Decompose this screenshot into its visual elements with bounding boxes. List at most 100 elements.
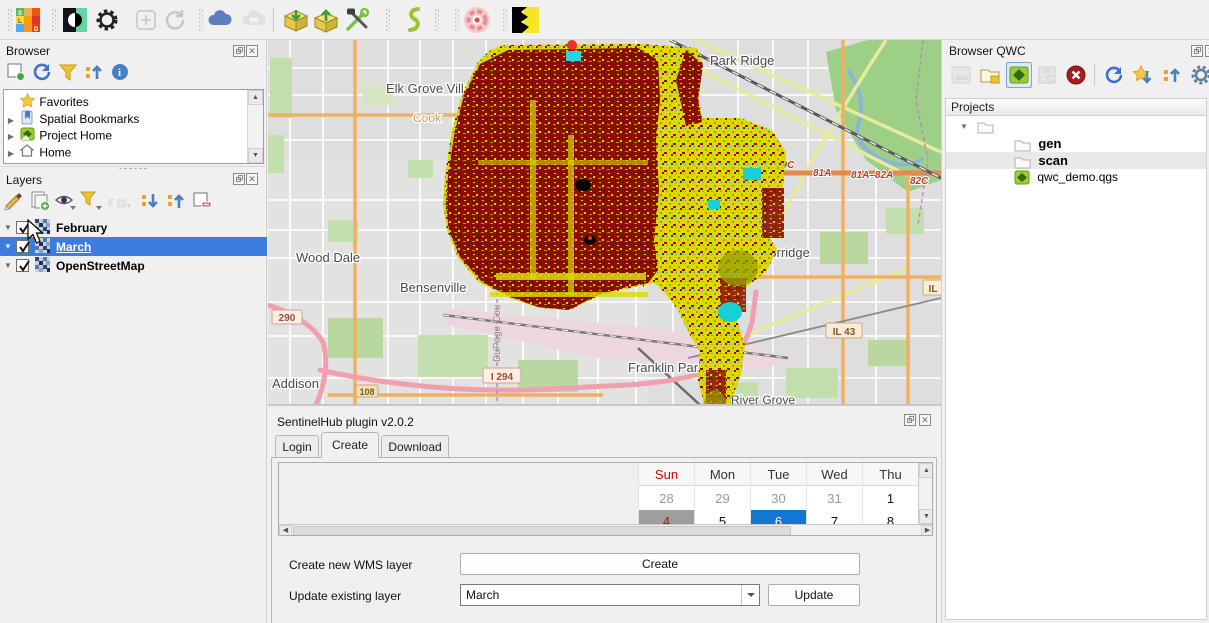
target-icon[interactable] (462, 6, 490, 34)
layer-select-dropdown[interactable]: March (460, 584, 760, 606)
tab-create[interactable]: Create (321, 432, 379, 458)
browser-panel-title: Browser (6, 44, 50, 58)
project-file-qwc-demo[interactable]: qwc_demo.qgs (946, 169, 1206, 186)
undock-icon[interactable] (904, 414, 916, 426)
close-icon[interactable]: ✕ (246, 173, 258, 185)
styling-icon[interactable] (2, 189, 26, 213)
add-group-icon[interactable] (28, 189, 52, 213)
expand-arrow-icon[interactable]: ▶ (4, 112, 18, 129)
cloud-icon[interactable] (206, 6, 234, 34)
raster-layer-icon (35, 238, 50, 256)
star-download-icon[interactable] (1130, 62, 1156, 88)
collapse-all-icon[interactable] (82, 60, 106, 84)
collapse-arrow-icon[interactable]: ▼ (960, 118, 974, 135)
calendar-day[interactable]: 1 (862, 487, 918, 510)
collapse-all-icon[interactable] (1159, 62, 1185, 88)
expand-arrow-icon[interactable]: ▶ (4, 128, 18, 145)
calendar-day[interactable]: 29 (694, 487, 750, 510)
collapse-arrow-icon[interactable]: ▼ (0, 223, 16, 232)
close-icon[interactable]: ✕ (1205, 45, 1209, 57)
create-button[interactable]: Create (460, 553, 860, 575)
expand-arrow-icon[interactable]: ▶ (4, 145, 18, 162)
browser-tree-scrollbar[interactable]: ▲▼ (247, 90, 263, 163)
cloud-upload-icon[interactable] (240, 6, 268, 34)
package-down-icon[interactable] (282, 6, 310, 34)
toolbar-drag-handle[interactable] (455, 9, 459, 31)
settings-icon[interactable] (1188, 62, 1209, 88)
expand-all-icon[interactable] (138, 189, 162, 213)
refresh-icon[interactable] (1101, 62, 1127, 88)
layer-checkbox[interactable] (16, 259, 29, 272)
refresh-icon[interactable] (30, 60, 54, 84)
undock-icon[interactable] (233, 173, 245, 185)
projects-root-row[interactable]: ▼ (946, 118, 1206, 135)
undock-icon[interactable] (233, 45, 245, 57)
add-box-icon[interactable] (132, 6, 160, 34)
layer-row-february[interactable]: ▼ February (0, 218, 267, 237)
toolbar-drag-handle[interactable] (52, 9, 56, 31)
remove-layer-icon[interactable] (190, 189, 214, 213)
project-folder-gen[interactable]: gen (946, 135, 1206, 152)
folder-icon (977, 119, 994, 133)
close-icon[interactable]: ✕ (246, 45, 258, 57)
scrollbar-thumb[interactable] (293, 526, 791, 536)
filter-icon[interactable] (56, 60, 80, 84)
new-folder-icon[interactable] (977, 62, 1003, 88)
chevron-down-icon[interactable] (741, 585, 759, 605)
calendar-day[interactable]: 28 (638, 487, 694, 510)
delete-icon[interactable] (1063, 62, 1089, 88)
collapse-all-icon[interactable] (164, 189, 188, 213)
close-icon[interactable]: ✕ (919, 414, 931, 426)
add-layer-icon[interactable] (4, 60, 28, 84)
browser-item-label: Project Home (39, 129, 112, 143)
undock-icon[interactable] (1191, 45, 1203, 57)
map-canvas[interactable]: Elk Grove Village Park Ridge Wood Dale B… (268, 40, 941, 405)
toolbar-drag-handle[interactable] (435, 9, 439, 31)
filter-legend-icon[interactable] (80, 189, 104, 213)
calendar-day[interactable]: 31 (806, 487, 862, 510)
project-icon[interactable] (1006, 62, 1032, 88)
projects-section-header[interactable]: Projects (945, 98, 1207, 116)
tab-label: Create (332, 438, 368, 452)
package-up-icon[interactable] (312, 6, 340, 34)
calendar-day[interactable]: 30 (750, 487, 806, 510)
browser-item-project-home[interactable]: ▶ Project Home (4, 127, 263, 144)
dropdown-value: March (466, 588, 499, 602)
collapse-arrow-icon[interactable]: ▼ (0, 261, 16, 270)
browser-item-favorites[interactable]: Favorites (4, 93, 263, 110)
layer-row-march[interactable]: ▼ March (0, 237, 267, 256)
sld-styles-icon[interactable]: SLD (14, 6, 42, 34)
tab-login[interactable]: Login (275, 435, 319, 457)
update-button[interactable]: Update (768, 584, 860, 606)
toolbar-drag-handle[interactable] (386, 9, 390, 31)
properties-icon[interactable]: i (108, 60, 132, 84)
layer-label: February (56, 221, 107, 235)
toolbar-drag-handle[interactable] (8, 9, 12, 31)
browser-item-spatial-bookmarks[interactable]: ▶ Spatial Bookmarks (4, 110, 263, 127)
map-themes-icon[interactable] (54, 189, 78, 213)
save-disabled-icon[interactable] (1034, 62, 1060, 88)
contrast-icon[interactable] (61, 6, 89, 34)
exit-label: 81A–82A (851, 170, 893, 181)
flag-icon[interactable] (511, 6, 539, 34)
filter-expression-icon[interactable]: ε (106, 189, 130, 213)
layer-checkbox[interactable] (16, 240, 29, 253)
calendar-widget[interactable]: Sun Mon Tue Wed Thu 28 29 30 31 1 4 5 6 … (278, 462, 933, 536)
calendar-table[interactable]: Sun Mon Tue Wed Thu 28 29 30 31 1 4 5 6 … (638, 463, 918, 524)
tools-icon[interactable] (343, 6, 371, 34)
calendar-vertical-scrollbar[interactable]: ▲ ▼ (918, 463, 933, 524)
image-disabled-icon[interactable] (948, 62, 974, 88)
project-folder-scan[interactable]: scan (946, 152, 1206, 169)
sentinelhub-icon[interactable] (400, 6, 428, 34)
gear-icon[interactable] (93, 6, 121, 34)
toolbar-drag-handle[interactable] (199, 9, 203, 31)
calendar-horizontal-scrollbar[interactable]: ◀ ▶ (279, 524, 933, 536)
tab-download[interactable]: Download (381, 435, 449, 457)
shield-label: 290 (279, 313, 296, 324)
collapse-arrow-icon[interactable]: ▼ (0, 242, 16, 251)
browser-item-home[interactable]: ▶ Home (4, 144, 263, 161)
reload-icon[interactable] (161, 6, 189, 34)
layer-row-openstreetmap[interactable]: ▼ OpenStreetMap (0, 256, 267, 275)
layer-checkbox[interactable] (16, 221, 29, 234)
toolbar-drag-handle[interactable] (503, 9, 507, 31)
